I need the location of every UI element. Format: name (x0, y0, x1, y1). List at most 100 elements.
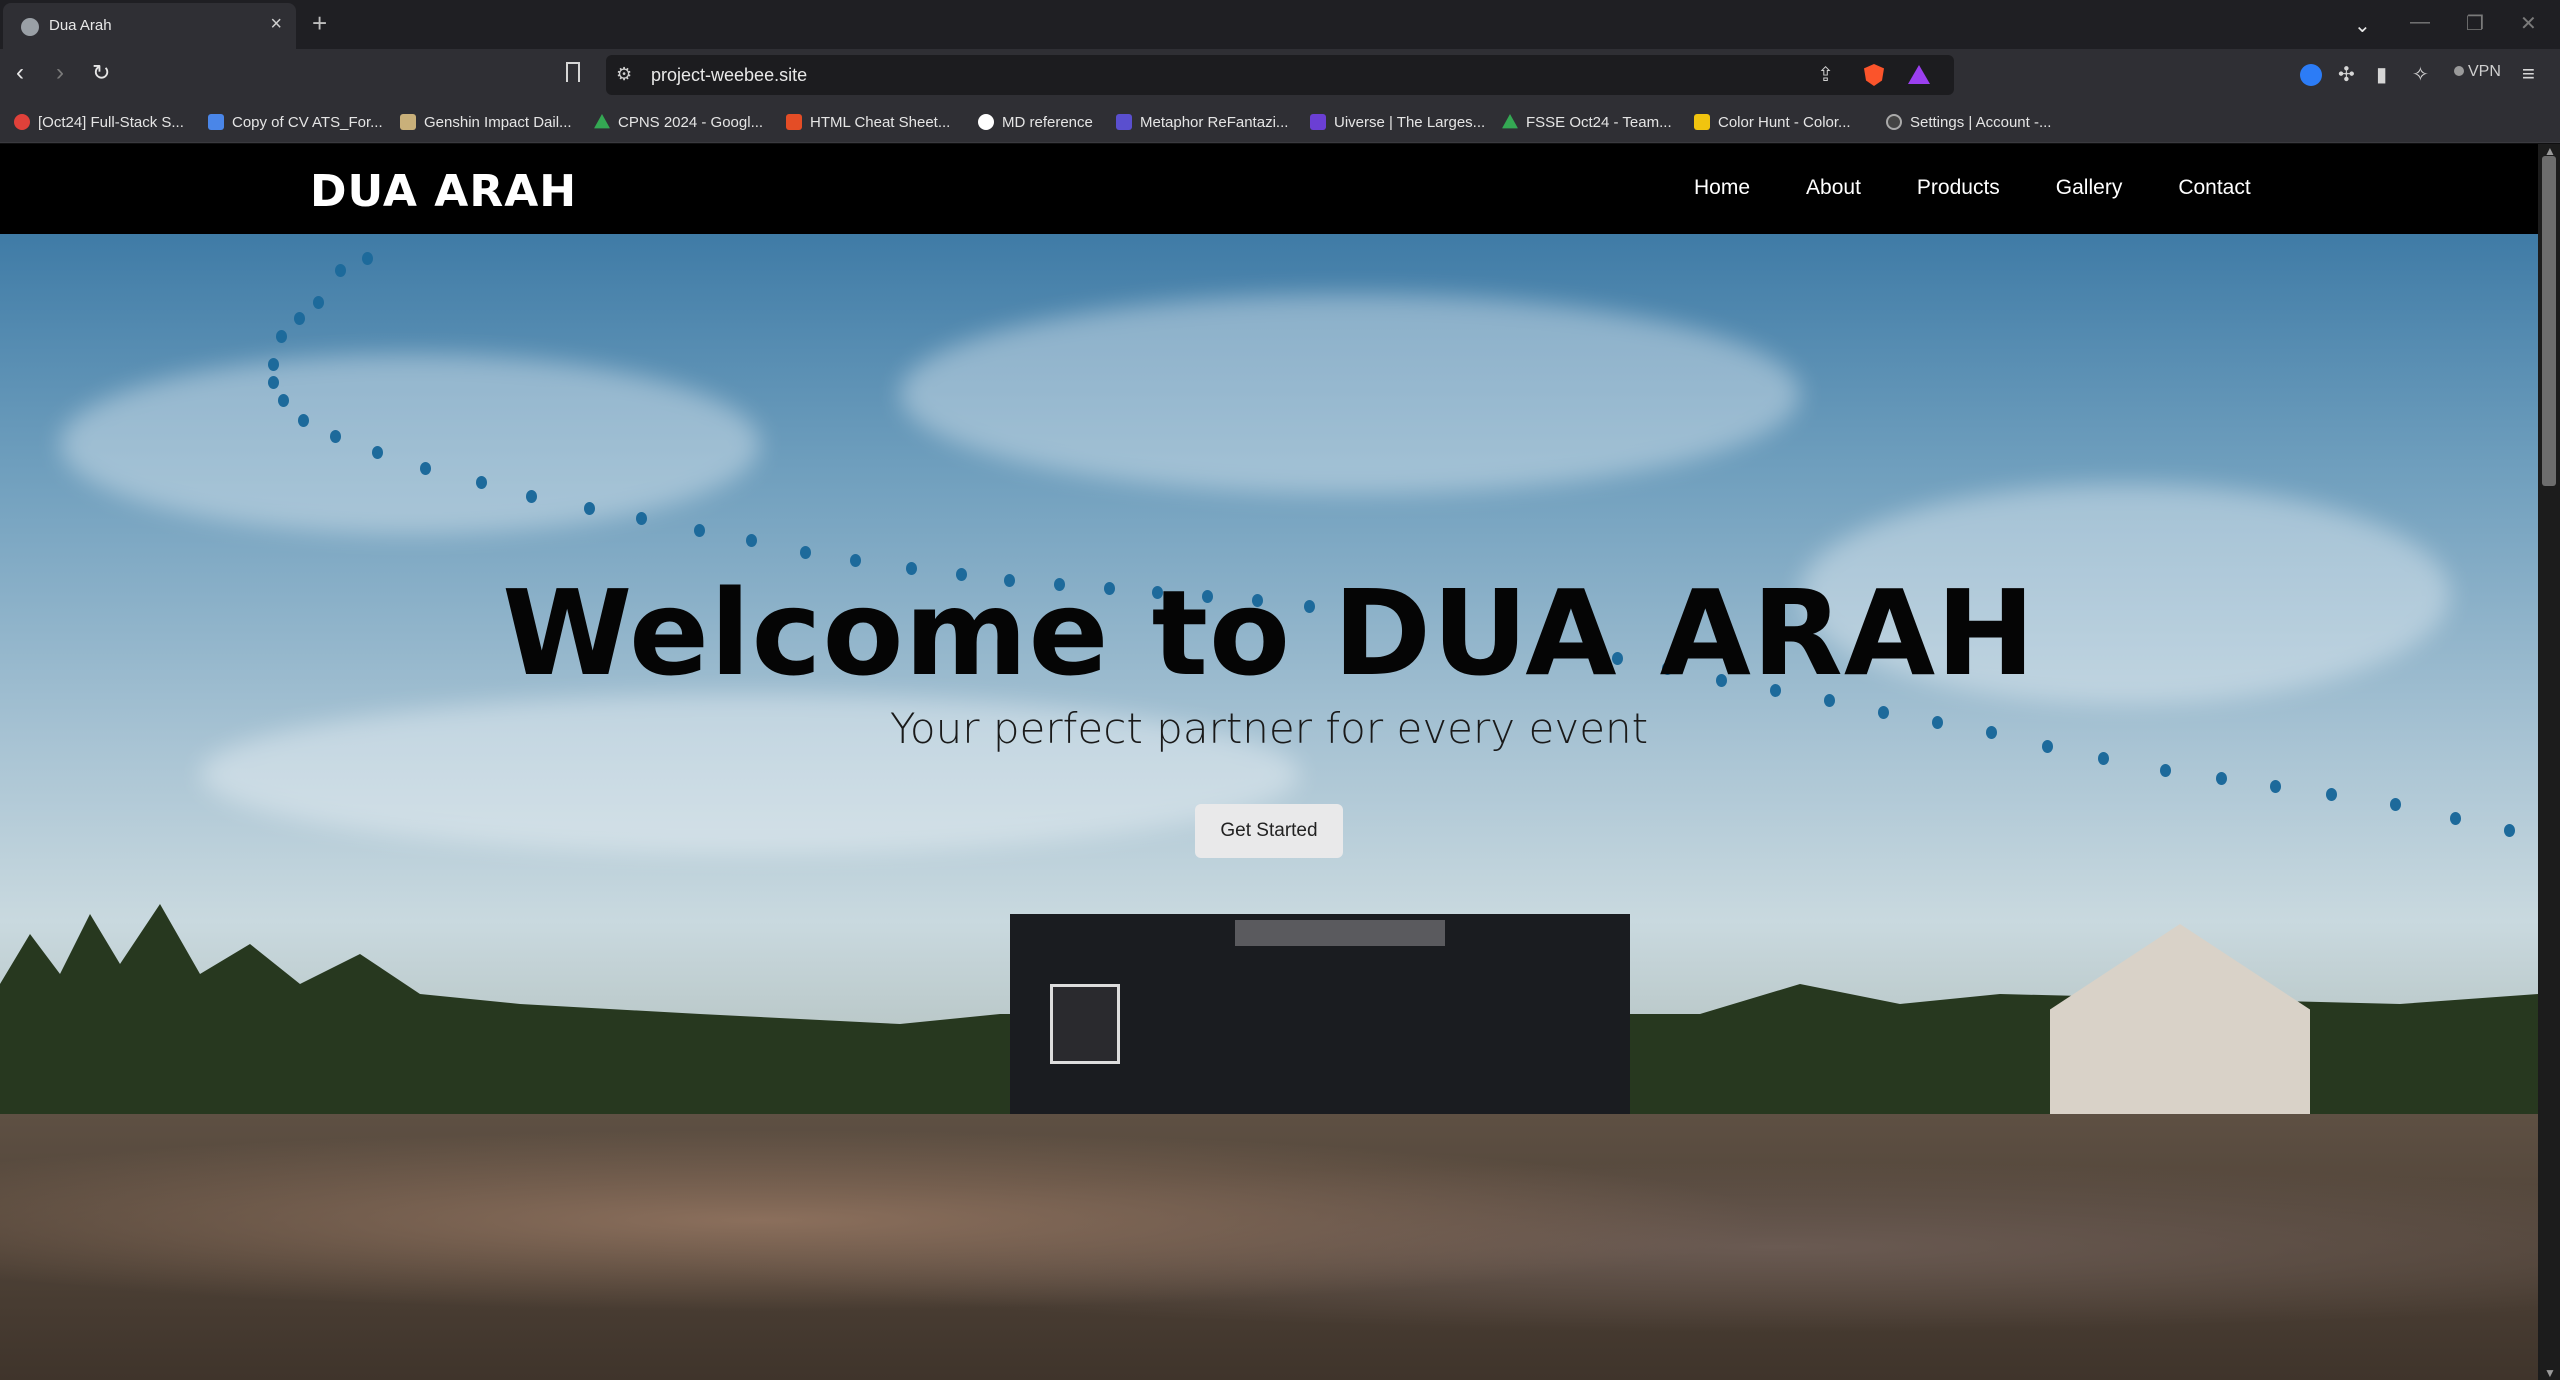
vpn-button[interactable]: VPN (2454, 63, 2501, 81)
google-drive-icon (1502, 114, 1518, 129)
bookmark-label: HTML Cheat Sheet... (810, 113, 951, 131)
restore-icon[interactable]: ❐ (2466, 11, 2484, 36)
scrollbar-thumb[interactable] (2542, 156, 2556, 486)
bookmark-item[interactable]: Copy of CV ATS_For... (208, 111, 383, 133)
balloon (2160, 764, 2171, 777)
page-viewport: DUA ARAH Home About Products Gallery Con… (0, 144, 2538, 1380)
menu-icon[interactable]: ≡ (2522, 61, 2535, 87)
site-settings-icon[interactable]: ⚙ (616, 64, 636, 84)
balloon (420, 462, 431, 475)
bookmark-label: Color Hunt - Color... (1718, 113, 1851, 131)
balloon (268, 358, 279, 371)
balloon (746, 534, 757, 547)
balloon (526, 490, 537, 503)
forward-icon[interactable]: › (56, 59, 64, 87)
balloon (294, 312, 305, 325)
nav-link-products[interactable]: Products (1917, 176, 2000, 200)
balloon (362, 252, 373, 265)
tab-title: Dua Arah (49, 17, 112, 34)
balloon (800, 546, 811, 559)
balloon (2390, 798, 2401, 811)
color-hunt-icon (1694, 114, 1710, 130)
bookmark-label: Metaphor ReFantazi... (1140, 113, 1289, 131)
bookmark-favicon-icon (14, 114, 30, 130)
balloon (372, 446, 383, 459)
nav-link-home[interactable]: Home (1694, 176, 1750, 200)
tab-search-chevron-icon[interactable]: ⌄ (2354, 13, 2371, 38)
brave-shields-icon[interactable] (1864, 64, 1884, 86)
minimize-icon[interactable]: — (2410, 11, 2430, 34)
address-url[interactable]: project-weebee.site (651, 65, 807, 86)
bookmark-item[interactable]: FSSE Oct24 - Team... (1502, 111, 1672, 133)
bookmark-item[interactable]: MD reference (978, 111, 1093, 133)
metaphor-icon (1116, 114, 1132, 130)
balloon (2216, 772, 2227, 785)
new-tab-button[interactable]: + (312, 8, 327, 39)
stage-banner (1235, 920, 1445, 946)
close-tab-icon[interactable]: × (270, 14, 282, 34)
nav-link-gallery[interactable]: Gallery (2056, 176, 2123, 200)
nav-link-contact[interactable]: Contact (2178, 176, 2250, 200)
balloon (2098, 752, 2109, 765)
bookmark-label: Settings | Account -... (1910, 113, 2052, 131)
hero-title: Welcome to DUA ARAH (502, 564, 2036, 702)
cloud (60, 354, 760, 534)
get-started-button[interactable]: Get Started (1195, 804, 1343, 858)
tab-strip: Dua Arah × + ⌄ — ❐ ✕ (0, 0, 2560, 49)
balloon (268, 376, 279, 389)
bookmark-item[interactable]: CPNS 2024 - Googl... (594, 111, 763, 133)
back-icon[interactable]: ‹ (16, 59, 24, 87)
bookmark-label: FSSE Oct24 - Team... (1526, 113, 1672, 131)
balloon (2270, 780, 2281, 793)
bookmark-item[interactable]: Color Hunt - Color... (1694, 111, 1851, 133)
bookmark-label: Genshin Impact Dail... (424, 113, 572, 131)
bookmark-item[interactable]: [Oct24] Full-Stack S... (14, 111, 184, 133)
bookmark-item[interactable]: Uiverse | The Larges... (1310, 111, 1485, 133)
brave-rewards-icon[interactable] (1908, 65, 1930, 84)
balloon (694, 524, 705, 537)
balloon (2326, 788, 2337, 801)
leo-ai-icon[interactable]: ✧ (2412, 62, 2429, 87)
balloon (313, 296, 324, 309)
browser-window: Dua Arah × + ⌄ — ❐ ✕ ‹ › ↻ ⚙ project-wee… (0, 0, 2560, 1380)
google-docs-icon (208, 114, 224, 130)
bookmark-icon[interactable] (566, 62, 580, 82)
bookmark-label: Uiverse | The Larges... (1334, 113, 1486, 131)
balloon (330, 430, 341, 443)
site-logo[interactable]: DUA ARAH (310, 166, 577, 217)
stage-screen (1050, 984, 1120, 1064)
github-icon (978, 114, 994, 130)
cloud (900, 294, 1800, 494)
scroll-down-icon[interactable]: ▼ (2544, 1366, 2556, 1380)
vpn-label: VPN (2468, 63, 2501, 80)
balloon (636, 512, 647, 525)
bookmark-item[interactable]: HTML Cheat Sheet... (786, 111, 950, 133)
bookmark-item[interactable]: Metaphor ReFantazi... (1116, 111, 1288, 133)
reload-icon[interactable]: ↻ (92, 59, 110, 87)
bookmark-label: CPNS 2024 - Googl... (618, 113, 764, 131)
settings-icon (1886, 114, 1902, 130)
site-navbar: DUA ARAH Home About Products Gallery Con… (0, 144, 2538, 234)
extensions-puzzle-icon[interactable]: ✣ (2338, 62, 2355, 87)
hero-subtitle: Your perfect partner for every event (889, 704, 1649, 753)
balloon (276, 330, 287, 343)
extension-blue-icon[interactable] (2300, 64, 2322, 86)
sidebar-icon[interactable]: ▮ (2376, 62, 2387, 87)
page-scrollbar[interactable]: ▲ ▼ (2538, 144, 2560, 1380)
balloon (298, 414, 309, 427)
nav-link-about[interactable]: About (1806, 176, 1861, 200)
crowd-area (0, 1114, 2538, 1380)
window-close-icon[interactable]: ✕ (2520, 11, 2537, 36)
uiverse-icon (1310, 114, 1326, 130)
tab-dua-arah[interactable]: Dua Arah × (3, 3, 296, 49)
globe-icon (21, 18, 39, 36)
bookmark-item[interactable]: Settings | Account -... (1886, 111, 2051, 133)
balloon (476, 476, 487, 489)
balloon (584, 502, 595, 515)
share-icon[interactable]: ⇪ (1817, 62, 1834, 87)
address-bar[interactable]: ⚙ project-weebee.site ⇪ (606, 55, 1954, 95)
bookmark-item[interactable]: Genshin Impact Dail... (400, 111, 572, 133)
balloon (2504, 824, 2515, 837)
genshin-icon (400, 114, 416, 130)
balloon (335, 264, 346, 277)
